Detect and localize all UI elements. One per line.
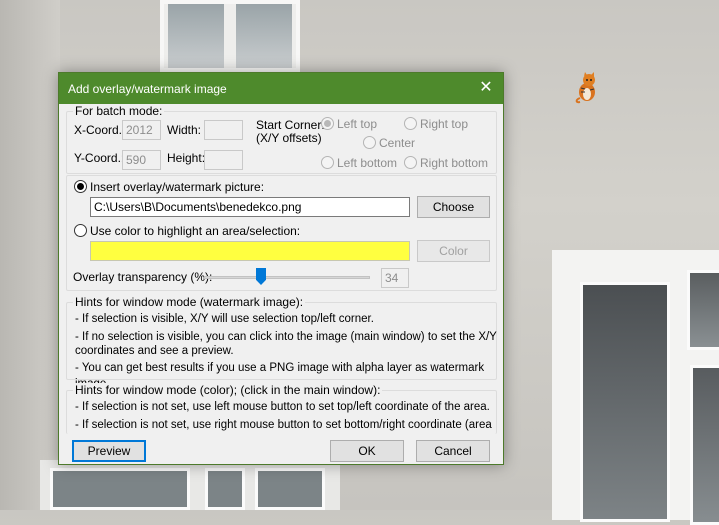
y-coord-field[interactable]: 590: [122, 150, 161, 170]
background-window-pane: [236, 4, 292, 68]
image-path-input[interactable]: C:\Users\B\Documents\benedekco.png: [90, 197, 410, 217]
width-field[interactable]: [204, 120, 243, 140]
preview-button[interactable]: Preview: [72, 440, 146, 462]
insert-picture-label: Insert overlay/watermark picture:: [90, 180, 265, 194]
color-button[interactable]: Color: [417, 240, 490, 262]
highlight-color-swatch: [90, 241, 410, 261]
use-color-radio[interactable]: [74, 224, 87, 237]
corner-center-label: Center: [379, 136, 416, 150]
corner-left-bottom-label: Left bottom: [337, 156, 398, 170]
dialog-titlebar[interactable]: Add overlay/watermark image ✕: [59, 73, 503, 104]
use-color-label: Use color to highlight an area/selection…: [90, 224, 301, 238]
background-window-pane: [255, 468, 325, 510]
transparency-value[interactable]: 34: [381, 268, 409, 288]
hint-line: - If selection is not set, use right mou…: [75, 419, 492, 431]
tiger-watermark-icon: [575, 72, 595, 104]
cancel-button[interactable]: Cancel: [416, 440, 490, 462]
x-coord-label: X-Coord.:: [74, 123, 126, 137]
corner-left-top-radio[interactable]: [321, 117, 334, 130]
choose-button[interactable]: Choose: [417, 196, 490, 218]
insert-picture-radio[interactable]: [74, 180, 87, 193]
hint-line: - If selection is visible, X/Y will use …: [75, 313, 374, 325]
height-field[interactable]: [204, 150, 243, 170]
background-window-pane: [50, 468, 190, 510]
hint-line: - If selection is not set, use left mous…: [75, 401, 490, 413]
x-coord-field[interactable]: 2012: [122, 120, 161, 140]
close-icon[interactable]: ✕: [469, 73, 503, 104]
height-label: Height:: [167, 151, 206, 165]
background-window-pane: [168, 4, 224, 68]
corner-right-top-radio[interactable]: [404, 117, 417, 130]
corner-right-bottom-radio[interactable]: [404, 156, 417, 169]
watermark-dialog: Add overlay/watermark image ✕ For batch …: [58, 72, 504, 465]
background-wall: [0, 0, 60, 510]
background-window-pane: [580, 282, 670, 522]
transparency-label: Overlay transparency (%):: [73, 270, 213, 284]
batch-mode-legend: For batch mode:: [73, 104, 165, 118]
corner-left-bottom-radio[interactable]: [321, 156, 334, 169]
dialog-title: Add overlay/watermark image: [68, 82, 227, 96]
start-corner-label: Start Corner:: [256, 118, 325, 132]
ok-button[interactable]: OK: [330, 440, 404, 462]
corner-center-radio[interactable]: [363, 136, 376, 149]
background-window: [160, 0, 300, 72]
background-window-pane: [205, 468, 245, 510]
hint-line: coordinates and see a preview.: [75, 345, 234, 357]
y-coord-label: Y-Coord.:: [74, 151, 125, 165]
transparency-slider[interactable]: [204, 276, 370, 279]
background-window: [552, 250, 719, 525]
corner-right-top-label: Right top: [420, 117, 469, 131]
background-window-pane: [687, 270, 719, 350]
background-window-pane: [690, 365, 719, 525]
corner-right-bottom-label: Right bottom: [420, 156, 489, 170]
hints-image-legend: Hints for window mode (watermark image):: [73, 295, 306, 309]
width-label: Width:: [167, 123, 202, 137]
corner-left-top-label: Left top: [337, 117, 378, 131]
hints-color-legend: Hints for window mode (color); (click in…: [73, 383, 383, 397]
background-window: [40, 460, 340, 510]
start-corner-sublabel: (X/Y offsets): [256, 131, 322, 145]
